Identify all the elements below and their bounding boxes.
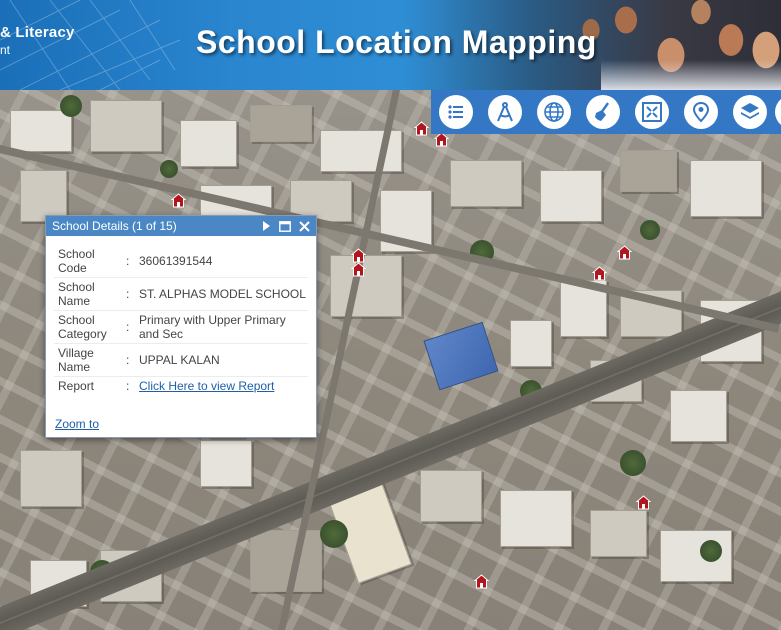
detail-row-school-category: School Category : Primary with Upper Pri… xyxy=(54,310,308,344)
popup-close-button[interactable] xyxy=(297,219,311,233)
layers-button[interactable] xyxy=(733,95,767,129)
org-subtitle: nt xyxy=(0,43,11,57)
detail-row-school-code: School Code : 36061391544 xyxy=(54,245,308,278)
maximize-icon xyxy=(279,220,291,232)
popup-maximize-button[interactable] xyxy=(278,219,292,233)
detail-row-report: Report : Click Here to view Report xyxy=(54,377,308,396)
building xyxy=(200,440,252,487)
detail-label: School Category xyxy=(54,310,126,344)
detail-separator: : xyxy=(126,310,135,344)
tree xyxy=(320,520,348,548)
building xyxy=(500,490,572,547)
school-marker[interactable] xyxy=(351,248,366,263)
building xyxy=(420,470,482,522)
school-marker[interactable] xyxy=(474,574,489,589)
zoom-to-link[interactable]: Zoom to xyxy=(55,417,99,431)
tree xyxy=(640,220,660,240)
building xyxy=(620,150,677,192)
blue-roof-building xyxy=(423,321,499,391)
school-marker[interactable] xyxy=(434,132,449,147)
detail-separator: : xyxy=(126,343,135,377)
school-house-icon xyxy=(434,132,449,147)
detail-separator: : xyxy=(126,245,135,278)
building xyxy=(670,390,727,442)
tree xyxy=(620,450,646,476)
school-house-icon xyxy=(414,121,429,136)
detail-label: Village Name xyxy=(54,343,126,377)
school-house-icon xyxy=(636,495,651,510)
clear-button[interactable] xyxy=(586,95,620,129)
building xyxy=(250,105,312,142)
building xyxy=(450,160,522,207)
building xyxy=(510,320,552,367)
school-code-value: 36061391544 xyxy=(135,245,308,278)
org-name: & Literacy xyxy=(0,24,75,41)
detail-label: Report xyxy=(58,379,95,393)
detail-row-school-name: School Name : ST. ALPHAS MODEL SCHOOL xyxy=(54,277,308,311)
school-house-icon xyxy=(171,193,186,208)
basemap-button[interactable] xyxy=(537,95,571,129)
detail-row-village-name: Village Name : UPPAL KALAN xyxy=(54,343,308,377)
popup-next-button[interactable] xyxy=(259,219,273,233)
building xyxy=(590,510,647,557)
next-arrow-icon xyxy=(262,221,270,231)
building xyxy=(250,530,322,592)
building xyxy=(90,100,162,152)
school-house-icon xyxy=(474,574,489,589)
detail-separator: : xyxy=(126,379,130,393)
detail-label: School Name xyxy=(54,277,126,311)
more-tool-button[interactable] xyxy=(775,95,781,129)
close-icon xyxy=(298,220,310,232)
school-marker[interactable] xyxy=(617,245,632,260)
school-house-icon xyxy=(351,248,366,263)
legend-list-icon xyxy=(448,105,463,119)
locate-button[interactable] xyxy=(684,95,718,129)
app-title: School Location Mapping xyxy=(196,24,597,60)
building xyxy=(10,110,72,152)
building xyxy=(660,530,732,582)
school-marker[interactable] xyxy=(592,266,607,281)
school-house-icon xyxy=(617,245,632,260)
clear-broom-icon xyxy=(595,102,610,121)
building xyxy=(540,170,602,222)
school-marker[interactable] xyxy=(636,495,651,510)
tree xyxy=(160,160,178,178)
popup-title: School Details (1 of 15) xyxy=(52,219,177,233)
measure-compass-icon xyxy=(497,102,513,122)
details-table: School Code : 36061391544 School Name : … xyxy=(54,245,308,395)
tree xyxy=(60,95,82,117)
school-house-icon xyxy=(351,262,366,277)
building xyxy=(20,450,82,507)
globe-basemap-icon xyxy=(544,102,564,122)
measure-button[interactable] xyxy=(488,95,522,129)
popup-header: School Details (1 of 15) xyxy=(46,216,316,236)
layers-icon xyxy=(741,103,759,119)
map-toolbar xyxy=(431,90,781,134)
location-pin-icon xyxy=(692,101,710,123)
detail-separator: : xyxy=(126,277,135,311)
legend-button[interactable] xyxy=(439,95,473,129)
header-banner: & Literacy nt School Location Mapping xyxy=(0,0,781,90)
tree xyxy=(700,540,722,562)
school-house-icon xyxy=(592,266,607,281)
building xyxy=(330,255,402,317)
school-marker[interactable] xyxy=(171,193,186,208)
school-marker[interactable] xyxy=(414,121,429,136)
school-marker[interactable] xyxy=(351,262,366,277)
extent-button[interactable] xyxy=(635,95,669,129)
school-details-popup: School Details (1 of 15) School Code : 3… xyxy=(45,215,317,438)
village-name-value: UPPAL KALAN xyxy=(135,343,308,377)
extent-zoom-icon xyxy=(642,102,662,122)
school-category-value: Primary with Upper Primary and Sec xyxy=(135,310,308,344)
building xyxy=(180,120,237,167)
detail-label: School Code xyxy=(54,245,126,278)
school-name-value: ST. ALPHAS MODEL SCHOOL xyxy=(135,277,308,311)
building xyxy=(690,160,762,217)
view-report-link[interactable]: Click Here to view Report xyxy=(139,379,274,393)
